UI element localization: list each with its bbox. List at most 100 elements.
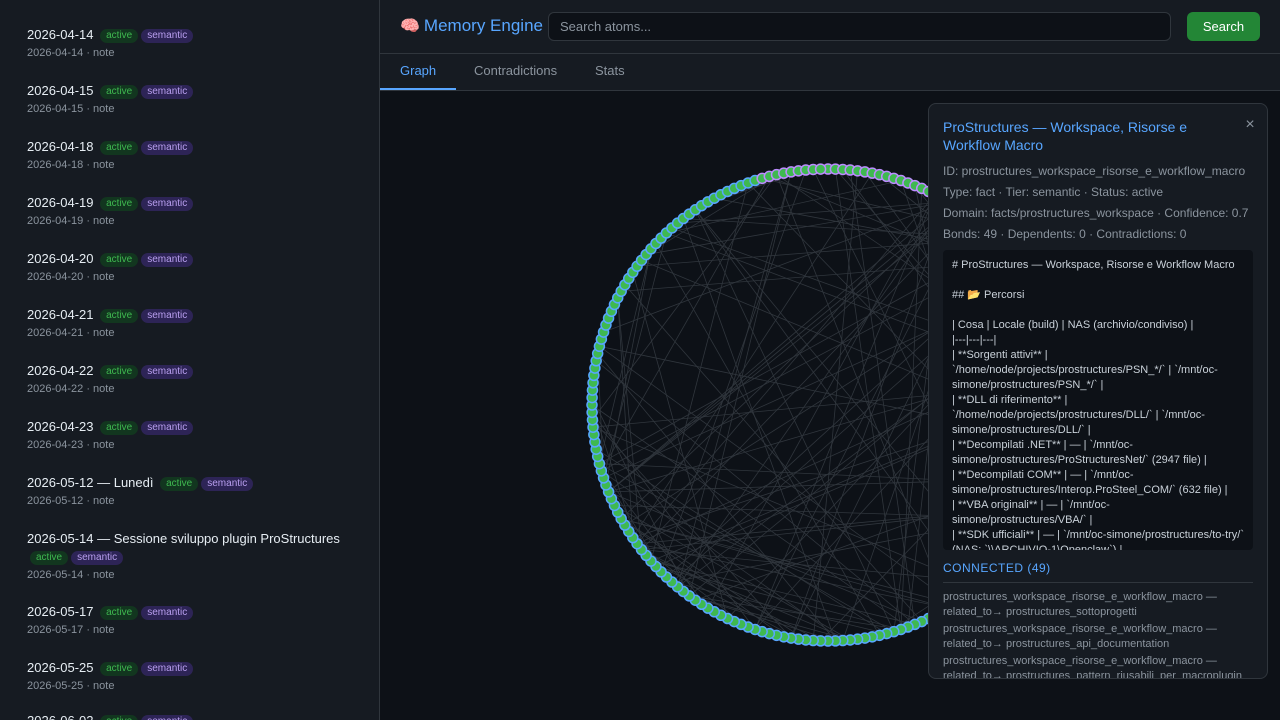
- note-title-line: 2026-06-02 activesemantic: [27, 712, 347, 720]
- sidebar-note-item[interactable]: 2026-06-02 activesemantic: [27, 712, 347, 720]
- note-title: 2026-04-22: [27, 363, 94, 378]
- tier-badge: semantic: [141, 662, 194, 676]
- graph-edge: [597, 353, 836, 642]
- atom-type-line: Type: fact · Tier: semantic · Status: ac…: [943, 185, 1164, 199]
- status-badge: active: [100, 29, 139, 43]
- connected-item[interactable]: prostructures_workspace_risorse_e_workfl…: [943, 622, 1253, 652]
- connected-item[interactable]: prostructures_workspace_risorse_e_workfl…: [943, 654, 1253, 678]
- status-badge: active: [30, 551, 69, 565]
- note-meta: 2026-04-21 · note: [27, 327, 115, 339]
- connected-item[interactable]: prostructures_workspace_risorse_e_workfl…: [943, 590, 1253, 620]
- status-badge: active: [100, 197, 139, 211]
- graph-edge: [688, 171, 792, 597]
- note-title-line: 2026-05-25 active semantic: [27, 659, 347, 677]
- brand[interactable]: 🧠 Memory Engine: [400, 15, 543, 38]
- tier-badge: semantic: [141, 29, 194, 43]
- sidebar-note-item[interactable]: 2026-04-20 active semantic 2026-04-20 · no…: [27, 250, 347, 284]
- note-title-line: 2026-05-14 — Sessione sviluppo plugin Pr…: [27, 530, 347, 566]
- tier-badge: semantic: [71, 551, 124, 565]
- note-meta: 2026-05-14 · note: [27, 569, 115, 581]
- note-title-line: 2026-04-19 active semantic: [27, 194, 347, 212]
- status-badge: active: [100, 365, 139, 379]
- note-meta: 2026-05-17 · note: [27, 624, 115, 636]
- status-badge: active: [100, 141, 139, 155]
- atom-bonds-line: Bonds: 49 · Dependents: 0 · Contradictio…: [943, 227, 1187, 241]
- note-title: 2026-04-21: [27, 307, 94, 322]
- atom-domain-line: Domain: facts/prostructures_workspace · …: [943, 206, 1249, 220]
- graph-edge: [677, 201, 949, 224]
- note-title: 2026-04-15: [27, 83, 94, 98]
- tier-badge: semantic: [141, 715, 194, 720]
- tier-badge: semantic: [141, 85, 194, 99]
- search-input[interactable]: [548, 12, 1171, 41]
- note-title: 2026-05-14 — Sessione sviluppo plugin Pr…: [27, 531, 340, 546]
- status-badge: active: [100, 421, 139, 435]
- brain-icon: 🧠: [400, 18, 420, 35]
- note-meta: 2026-04-15 · note: [27, 103, 115, 115]
- sidebar-note-item[interactable]: 2026-04-22 active semantic 2026-04-22 · no…: [27, 362, 347, 396]
- graph-edge: [636, 194, 936, 544]
- tab-bar: Graph Contradictions Stats: [380, 54, 1280, 91]
- note-title-line: 2026-04-23 active semantic: [27, 418, 347, 436]
- sidebar-note-item[interactable]: 2026-05-17 active semantic 2026-05-17 · no…: [27, 603, 347, 637]
- header: 🧠 Memory Engine Search: [380, 0, 1280, 54]
- note-title: 2026-04-19: [27, 195, 94, 210]
- sidebar-note-item[interactable]: 2026-04-19 active semantic 2026-04-19 · no…: [27, 194, 347, 228]
- graph-edge: [620, 205, 955, 519]
- atom-content[interactable]: # ProStructures — Workspace, Risorse e W…: [943, 250, 1253, 550]
- note-title: 2026-04-23: [27, 419, 94, 434]
- graph-edge: [632, 272, 728, 619]
- note-meta: 2026-05-12 · note: [27, 495, 115, 507]
- atom-title: ProStructures — Workspace, Risorse e Wor…: [943, 119, 1188, 153]
- tier-badge: semantic: [141, 141, 194, 155]
- status-badge: active: [160, 477, 199, 491]
- note-title-line: 2026-04-15 active semantic: [27, 82, 347, 100]
- search-button[interactable]: Search: [1187, 12, 1260, 41]
- note-title: 2026-05-12 — Lunedì: [27, 475, 154, 490]
- sidebar-note-item[interactable]: 2026-04-15 active semantic 2026-04-15 · no…: [27, 82, 347, 116]
- note-sidebar: 2026-04-14 active semantic 2026-04-14 · no…: [0, 0, 380, 720]
- status-badge: active: [100, 253, 139, 267]
- note-title-line: 2026-05-12 — Lunedì active semantic: [27, 474, 347, 492]
- note-title: 2026-05-25: [27, 660, 94, 675]
- atom-detail-panel: ProStructures — Workspace, Risorse e Wor…: [928, 103, 1268, 679]
- close-icon[interactable]: ×: [1241, 116, 1259, 134]
- graph-node[interactable]: [814, 163, 827, 175]
- graph-edge: [790, 201, 949, 639]
- sidebar-note-item[interactable]: 2026-05-14 — Sessione sviluppo plugin Pr…: [27, 530, 347, 582]
- note-title-line: 2026-04-22 active semantic: [27, 362, 347, 380]
- note-meta: 2026-04-20 · note: [27, 271, 115, 283]
- connected-heading: CONNECTED (49): [943, 561, 1253, 583]
- sidebar-note-item[interactable]: 2026-04-18 active semantic 2026-04-18 · no…: [27, 138, 347, 172]
- sidebar-note-item[interactable]: 2026-05-25 active semantic 2026-05-25 · no…: [27, 659, 347, 693]
- status-badge: active: [100, 85, 139, 99]
- atom-content-text: # ProStructures — Workspace, Risorse e W…: [952, 259, 1245, 550]
- note-meta: 2026-04-22 · note: [27, 383, 115, 395]
- note-title-line: 2026-04-20 active semantic: [27, 250, 347, 268]
- graph-edge: [603, 201, 949, 333]
- brand-title: Memory Engine: [423, 16, 543, 35]
- sidebar-note-item[interactable]: 2026-04-23 active semantic 2026-04-23 · no…: [27, 418, 347, 452]
- status-badge: active: [100, 606, 139, 620]
- graph-edge: [595, 360, 916, 625]
- note-title: 2026-06-02: [27, 713, 94, 720]
- tab-graph[interactable]: Graph: [380, 54, 457, 90]
- tier-badge: semantic: [141, 365, 194, 379]
- sidebar-note-item[interactable]: 2026-05-12 — Lunedì active semantic 2026-0…: [27, 474, 347, 508]
- note-title-line: 2026-04-14 active semantic: [27, 26, 347, 44]
- note-title-line: 2026-04-18 active semantic: [27, 138, 347, 156]
- atom-id: ID: prostructures_workspace_risorse_e_wo…: [943, 164, 1246, 178]
- note-title: 2026-04-18: [27, 139, 94, 154]
- tier-badge: semantic: [141, 421, 194, 435]
- note-title: 2026-05-17: [27, 604, 94, 619]
- note-title-line: 2026-05-17 active semantic: [27, 603, 347, 621]
- note-meta: 2026-05-25 · note: [27, 680, 115, 692]
- tab-contradictions[interactable]: Contradictions: [454, 54, 577, 90]
- tab-stats[interactable]: Stats: [575, 54, 645, 90]
- note-title-line: 2026-04-21 active semantic: [27, 306, 347, 324]
- tier-badge: semantic: [141, 606, 194, 620]
- sidebar-note-item[interactable]: 2026-04-21 active semantic 2026-04-21 · no…: [27, 306, 347, 340]
- graph-edge: [707, 194, 936, 609]
- tier-badge: semantic: [141, 309, 194, 323]
- sidebar-note-item[interactable]: 2026-04-14 active semantic 2026-04-14 · no…: [27, 26, 347, 60]
